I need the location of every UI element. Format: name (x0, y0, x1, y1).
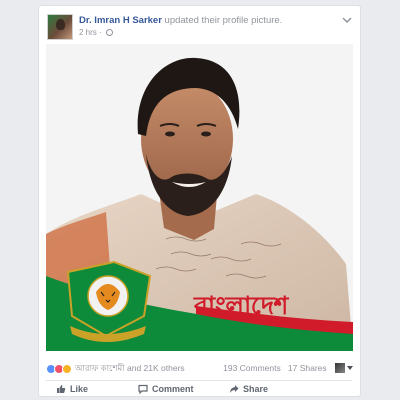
share-button[interactable]: Share (229, 384, 268, 394)
bcb-logo (66, 260, 152, 342)
reactions-summary[interactable]: আরাফ কাশেমী and 21K others (46, 362, 185, 376)
share-label: Share (243, 384, 269, 394)
engagement-stats: আরাফ কাশেমী and 21K others 193 Comments … (46, 362, 353, 376)
thumbs-up-icon (57, 385, 66, 393)
comment-label: Comment (152, 384, 194, 394)
post-action-text: updated their profile picture. (161, 15, 283, 26)
author-name-link[interactable]: Dr. Imran H Sarker (79, 15, 162, 26)
post-actions: Like Comment Share (46, 384, 353, 398)
globe-icon (105, 29, 113, 36)
post-author-line: Dr. Imran H Sarker updated their profile… (79, 15, 282, 26)
stats-right: 193 Comments 17 Shares (223, 362, 353, 373)
post-meta: 2 hrs · (79, 28, 113, 37)
comment-button[interactable]: Comment (138, 384, 194, 395)
viewer-avatar[interactable] (335, 362, 345, 373)
chevron-down-icon[interactable] (342, 16, 352, 24)
comment-icon (138, 384, 148, 395)
share-icon (229, 385, 239, 393)
feed-post-card: Dr. Imran H Sarker updated their profile… (38, 5, 361, 397)
like-label: Like (70, 384, 89, 394)
caret-down-icon[interactable] (347, 365, 353, 370)
shares-count[interactable]: 17 Shares (288, 363, 327, 373)
divider (46, 380, 352, 381)
post-timestamp[interactable]: 2 hrs (79, 28, 97, 37)
wow-reaction-icon (62, 364, 72, 374)
comments-count[interactable]: 193 Comments (223, 363, 281, 373)
post-header: Dr. Imran H Sarker updated their profile… (47, 14, 352, 44)
reaction-names[interactable]: আরাফ কাশেমী and 21K others (75, 363, 185, 373)
profile-photo[interactable]: বাংলাদেশ (46, 44, 353, 351)
like-button[interactable]: Like (56, 384, 88, 394)
author-avatar[interactable] (47, 14, 73, 40)
bangladesh-overlay-text: বাংলাদেশ (194, 291, 288, 320)
